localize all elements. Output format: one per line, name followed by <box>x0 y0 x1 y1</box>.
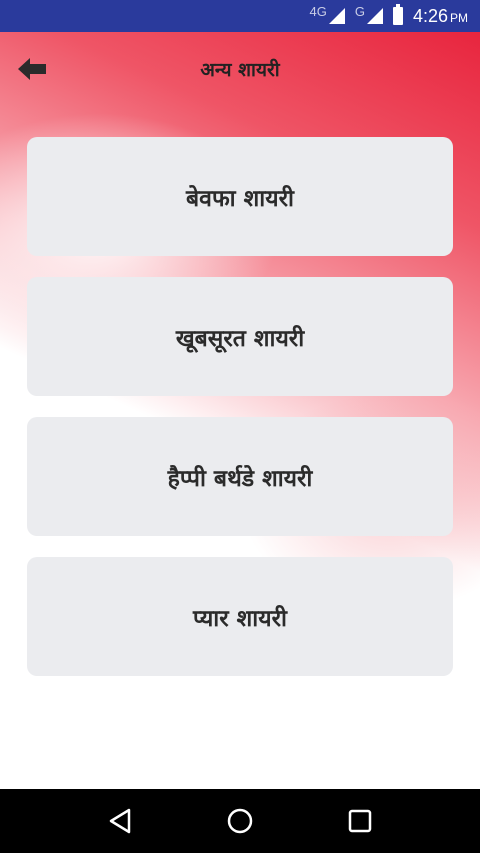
status-bar: 4G G 4:26 PM <box>0 0 480 32</box>
triangle-back-icon <box>109 808 131 834</box>
category-label: हैप्पी बर्थडे शायरी <box>167 465 313 492</box>
battery-icon <box>392 4 403 25</box>
main-content: अन्य शायरी बेवफा शायरी खूबसूरत शायरी हैप… <box>0 32 480 789</box>
nav-recents-button[interactable] <box>336 797 384 845</box>
category-label: खूबसूरत शायरी <box>175 325 305 352</box>
network-4g-label: 4G <box>309 3 327 19</box>
navigation-bar <box>0 789 480 853</box>
category-label: प्यार शायरी <box>193 605 287 632</box>
category-card-pyar[interactable]: प्यार शायरी <box>27 557 453 676</box>
category-card-khubsurat[interactable]: खूबसूरत शायरी <box>27 277 453 396</box>
signal-strength-icon-secondary <box>366 8 383 24</box>
clock-ampm: PM <box>450 11 468 25</box>
nav-home-button[interactable] <box>216 797 264 845</box>
page-title: अन्य शायरी <box>200 59 280 81</box>
category-card-bewafa[interactable]: बेवफा शायरी <box>27 137 453 256</box>
clock-time: 4:26 <box>412 5 448 26</box>
circle-home-icon <box>227 808 253 834</box>
square-recents-icon <box>348 809 372 833</box>
signal-strength-icon <box>328 8 345 24</box>
category-card-birthday[interactable]: हैप्पी बर्थडे शायरी <box>27 417 453 536</box>
nav-back-button[interactable] <box>96 797 144 845</box>
category-list: बेवफा शायरी खूबसूरत शायरी हैप्पी बर्थडे … <box>27 137 453 697</box>
network-g-label: G <box>354 3 365 19</box>
category-label: बेवफा शायरी <box>186 185 294 212</box>
toolbar: अन्य शायरी <box>0 32 480 108</box>
